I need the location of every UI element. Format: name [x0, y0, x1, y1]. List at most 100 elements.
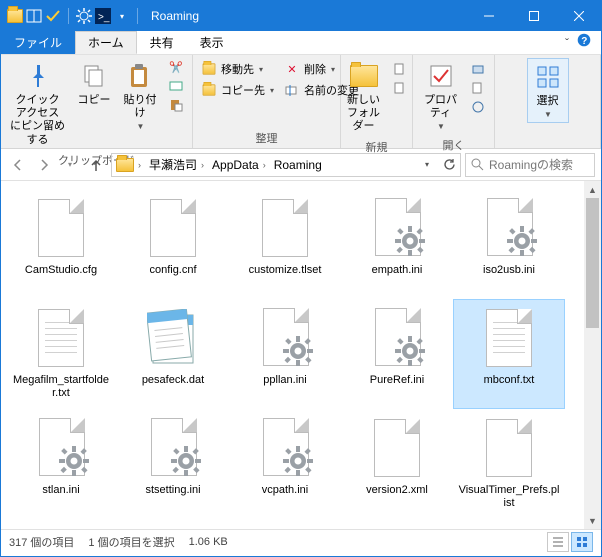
qat-two-pane-icon[interactable]	[26, 8, 42, 24]
tab-home[interactable]: ホーム	[75, 31, 137, 54]
qat-ps-icon[interactable]: >_	[95, 8, 111, 24]
recent-dropdown[interactable]: ▾	[59, 154, 81, 176]
search-icon	[471, 158, 484, 171]
history-icon	[470, 99, 486, 115]
file-item[interactable]: version2.xml	[341, 409, 453, 519]
file-item[interactable]: Megafilm_startfolder.txt	[5, 299, 117, 409]
paste-label: 貼り付け	[122, 94, 158, 120]
open-button[interactable]	[467, 60, 489, 78]
file-item[interactable]: customize.tlset	[229, 189, 341, 299]
search-input[interactable]: Roamingの検索	[465, 153, 595, 177]
address-bar: ▾ › 早瀬浩司› AppData› Roaming ▾ Roamingの検索	[1, 149, 601, 181]
scroll-thumb[interactable]	[586, 198, 599, 328]
tab-share[interactable]: 共有	[137, 31, 187, 54]
paste-icon	[124, 60, 156, 92]
gear-icon	[281, 444, 315, 478]
ribbon: クイック アクセス にピン留めする コピー 貼り付け ▼ ✂️ クリップボード …	[1, 55, 601, 149]
file-item[interactable]: config.cnf	[117, 189, 229, 299]
gear-icon	[393, 334, 427, 368]
copy-path-button[interactable]	[165, 77, 187, 95]
easy-access-icon	[392, 80, 408, 96]
close-button[interactable]	[556, 1, 601, 31]
pin-icon	[22, 60, 54, 92]
history-button[interactable]	[467, 98, 489, 116]
paste-shortcut-button[interactable]	[165, 96, 187, 114]
gear-icon	[393, 224, 427, 258]
gear-icon	[57, 444, 91, 478]
file-item[interactable]: ppllan.ini	[229, 299, 341, 409]
file-item-selected[interactable]: mbconf.txt	[453, 299, 565, 409]
paste-button[interactable]: 貼り付け ▼	[119, 58, 161, 134]
file-item[interactable]: pesafeck.dat	[117, 299, 229, 409]
new-item-button[interactable]	[389, 60, 411, 78]
address-dropdown[interactable]: ▾	[416, 154, 438, 176]
cut-button[interactable]: ✂️	[165, 58, 187, 76]
copyto-icon	[201, 82, 217, 98]
moveto-button[interactable]: 移動先▾	[198, 60, 277, 78]
up-button[interactable]	[85, 154, 107, 176]
qat-dropdown-icon[interactable]: ▾	[114, 8, 130, 24]
help-icon[interactable]: ?	[577, 33, 591, 52]
status-bar: 317 個の項目 1 個の項目を選択 1.06 KB	[1, 529, 601, 553]
cut-icon: ✂️	[168, 59, 184, 75]
file-item[interactable]: stlan.ini	[5, 409, 117, 519]
crumb-user[interactable]: 早瀬浩司	[149, 156, 197, 173]
view-details-button[interactable]	[547, 532, 569, 552]
select-button[interactable]: 選択 ▼	[527, 58, 569, 123]
pin-label: クイック アクセス にピン留めする	[9, 94, 66, 147]
breadcrumb[interactable]: › 早瀬浩司› AppData› Roaming ▾	[111, 153, 461, 177]
file-item[interactable]: PureRef.ini	[341, 299, 453, 409]
svg-text:>_: >_	[98, 12, 110, 23]
new-folder-label: 新しい フォルダー	[346, 94, 382, 134]
search-placeholder: Roamingの検索	[489, 156, 573, 173]
maximize-button[interactable]	[511, 1, 556, 31]
ribbon-collapse-icon[interactable]: ˇ	[565, 36, 569, 50]
tab-file[interactable]: ファイル	[1, 31, 75, 54]
copy-button[interactable]: コピー	[73, 58, 115, 109]
edit-icon	[470, 80, 486, 96]
easy-access-button[interactable]	[389, 79, 411, 97]
refresh-button[interactable]	[438, 154, 460, 176]
window-title: Roaming	[151, 9, 199, 23]
folder-icon	[116, 158, 134, 172]
view-icons-button[interactable]	[571, 532, 593, 552]
file-item[interactable]: vcpath.ini	[229, 409, 341, 519]
pin-quickaccess-button[interactable]: クイック アクセス にピン留めする	[6, 58, 69, 149]
properties-button[interactable]: プロパティ ▼	[418, 58, 463, 134]
svg-text:?: ?	[581, 36, 587, 47]
file-pane[interactable]: CamStudio.cfg config.cnf customize.tlset…	[1, 181, 601, 529]
new-folder-icon	[348, 60, 380, 92]
open-icon	[470, 61, 486, 77]
gear-icon	[281, 334, 315, 368]
file-item[interactable]: CamStudio.cfg	[5, 189, 117, 299]
scroll-up-button[interactable]: ▲	[584, 181, 601, 198]
folder-icon	[7, 8, 23, 24]
copy-label: コピー	[78, 94, 111, 107]
back-button[interactable]	[7, 154, 29, 176]
ribbon-tabs: ファイル ホーム 共有 表示 ˇ ?	[1, 31, 601, 55]
forward-button[interactable]	[33, 154, 55, 176]
gear-icon	[505, 224, 539, 258]
properties-icon	[425, 60, 457, 92]
vertical-scrollbar[interactable]: ▲ ▼	[584, 181, 601, 529]
file-item[interactable]: iso2usb.ini	[453, 189, 565, 299]
edit-button[interactable]	[467, 79, 489, 97]
copyto-button[interactable]: コピー先▾	[198, 81, 277, 99]
copy-path-icon	[168, 78, 184, 94]
scroll-down-button[interactable]: ▼	[584, 512, 601, 529]
rename-icon	[284, 82, 300, 98]
file-item[interactable]: empath.ini	[341, 189, 453, 299]
properties-label: プロパティ	[421, 94, 460, 120]
new-folder-button[interactable]: 新しい フォルダー	[343, 58, 385, 136]
qat-check-icon[interactable]	[45, 8, 61, 24]
item-count: 317 個の項目	[9, 534, 74, 550]
tab-view[interactable]: 表示	[187, 31, 237, 54]
crumb-roaming[interactable]: Roaming	[274, 158, 322, 172]
crumb-appdata[interactable]: AppData	[212, 158, 259, 172]
file-item[interactable]: VisualTimer_Prefs.plist	[453, 409, 565, 519]
paste-shortcut-icon	[168, 97, 184, 113]
organize-group-label: 整理	[193, 130, 340, 148]
file-item[interactable]: stsetting.ini	[117, 409, 229, 519]
qat-gear-icon[interactable]	[76, 8, 92, 24]
minimize-button[interactable]	[466, 1, 511, 31]
